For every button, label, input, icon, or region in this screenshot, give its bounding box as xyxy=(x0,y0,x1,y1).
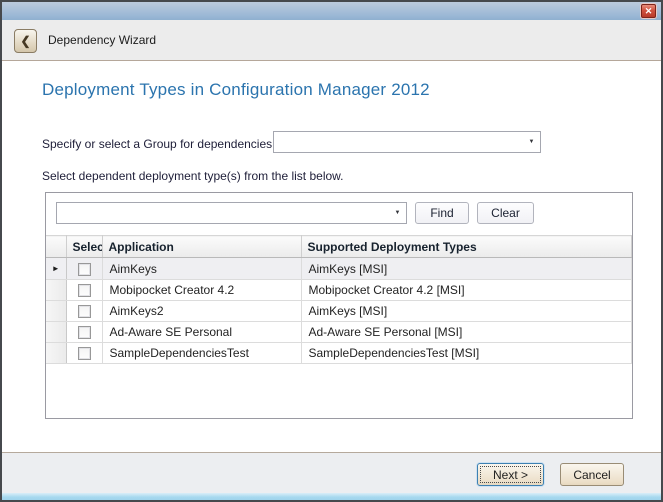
wizard-header: ❮ Dependency Wizard xyxy=(2,20,661,61)
deployment-types-cell: Mobipocket Creator 4.2 [MSI] xyxy=(301,280,632,301)
dependency-wizard-window: ✕ ❮ Dependency Wizard Deployment Types i… xyxy=(0,0,663,502)
select-checkbox[interactable] xyxy=(78,284,91,297)
application-cell: Mobipocket Creator 4.2 xyxy=(102,280,301,301)
select-cell xyxy=(66,301,102,322)
select-cell xyxy=(66,258,102,280)
wizard-title: Dependency Wizard xyxy=(48,33,156,47)
back-icon: ❮ xyxy=(20,34,30,48)
table-body: ► AimKeysAimKeys [MSI]Mobipocket Creator … xyxy=(46,258,632,364)
select-checkbox[interactable] xyxy=(78,263,91,276)
row-header-cell: ► xyxy=(46,258,66,280)
select-checkbox[interactable] xyxy=(78,326,91,339)
dropdown-arrow-icon[interactable]: ▼ xyxy=(389,203,406,223)
select-cell xyxy=(66,343,102,364)
close-button[interactable]: ✕ xyxy=(641,4,656,18)
filter-combo-input[interactable] xyxy=(57,203,389,223)
list-label: Select dependent deployment type(s) from… xyxy=(42,169,344,183)
deployment-types-cell: AimKeys [MSI] xyxy=(301,258,632,280)
deployment-types-cell: SampleDependenciesTest [MSI] xyxy=(301,343,632,364)
grid-corner-cell xyxy=(46,236,66,258)
table-row[interactable]: AimKeys2AimKeys [MSI] xyxy=(46,301,632,322)
bottom-accent-strip xyxy=(2,493,661,500)
find-button[interactable]: Find xyxy=(415,202,469,224)
select-checkbox[interactable] xyxy=(78,347,91,360)
select-cell xyxy=(66,280,102,301)
back-button[interactable]: ❮ xyxy=(14,29,37,53)
deployment-types-cell: Ad-Aware SE Personal [MSI] xyxy=(301,322,632,343)
column-header-select[interactable]: Select xyxy=(66,236,102,258)
column-header-deployment-types[interactable]: Supported Deployment Types xyxy=(301,236,632,258)
application-cell: Ad-Aware SE Personal xyxy=(102,322,301,343)
next-button[interactable]: Next > xyxy=(477,463,544,486)
current-row-arrow-icon: ► xyxy=(52,264,60,273)
table-row[interactable]: SampleDependenciesTestSampleDependencies… xyxy=(46,343,632,364)
application-cell: AimKeys2 xyxy=(102,301,301,322)
table-row[interactable]: ► AimKeysAimKeys [MSI] xyxy=(46,258,632,280)
row-header-cell xyxy=(46,343,66,364)
titlebar: ✕ xyxy=(2,2,661,20)
row-header-cell xyxy=(46,322,66,343)
column-header-application[interactable]: Application xyxy=(102,236,301,258)
table-row[interactable]: Ad-Aware SE PersonalAd-Aware SE Personal… xyxy=(46,322,632,343)
clear-button[interactable]: Clear xyxy=(477,202,534,224)
dependency-list-panel: ▼ Find Clear Select Application Supporte… xyxy=(45,192,633,419)
close-icon: ✕ xyxy=(645,6,653,16)
group-combobox[interactable]: ▼ xyxy=(273,131,541,153)
application-cell: AimKeys xyxy=(102,258,301,280)
dropdown-arrow-icon[interactable]: ▼ xyxy=(523,132,540,152)
deployment-types-cell: AimKeys [MSI] xyxy=(301,301,632,322)
group-combo-input[interactable] xyxy=(274,132,523,152)
table-row[interactable]: Mobipocket Creator 4.2Mobipocket Creator… xyxy=(46,280,632,301)
select-checkbox[interactable] xyxy=(78,305,91,318)
cancel-button[interactable]: Cancel xyxy=(560,463,624,486)
group-label: Specify or select a Group for dependenci… xyxy=(42,137,272,151)
page-title: Deployment Types in Configuration Manage… xyxy=(42,80,430,100)
row-header-cell xyxy=(46,280,66,301)
select-cell xyxy=(66,322,102,343)
row-header-cell xyxy=(46,301,66,322)
applications-grid: Select Application Supported Deployment … xyxy=(46,235,632,364)
application-cell: SampleDependenciesTest xyxy=(102,343,301,364)
filter-combobox[interactable]: ▼ xyxy=(56,202,407,224)
